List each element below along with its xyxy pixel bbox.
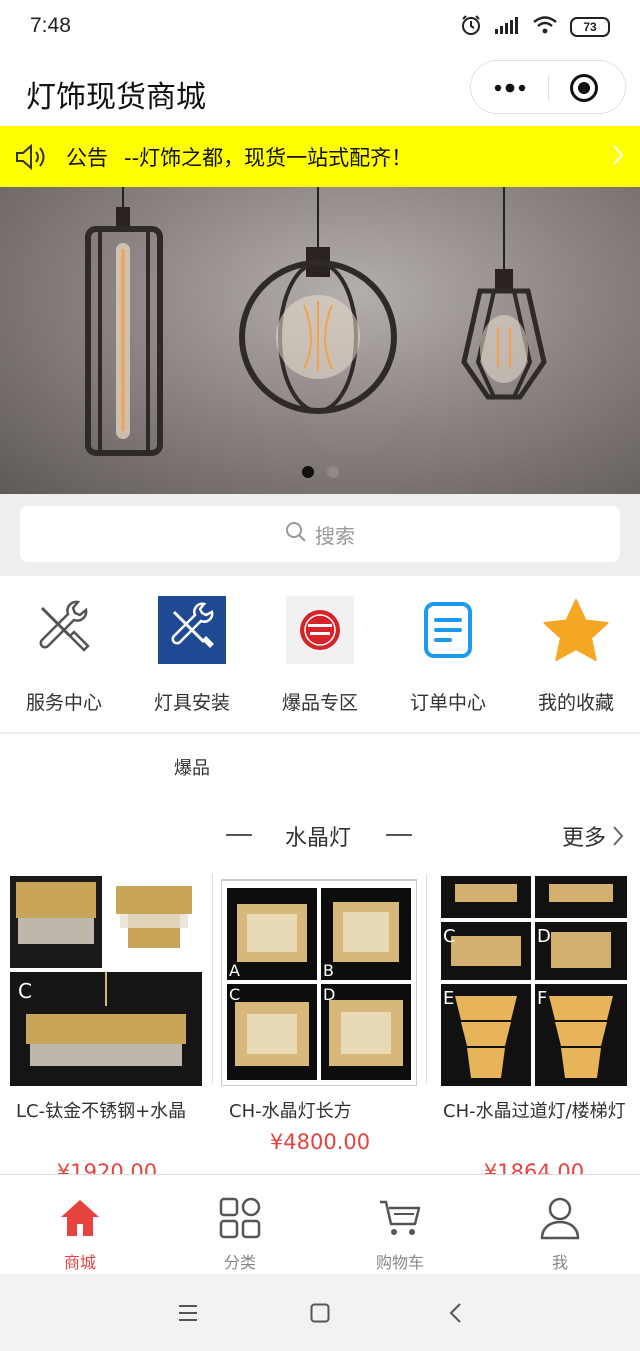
quick-nav-favorites[interactable]: 我的收藏 <box>512 576 640 732</box>
signal-icon <box>494 15 520 39</box>
notice-label: 公告 <box>66 145 108 170</box>
battery-icon: 73 <box>570 17 610 37</box>
tab-category[interactable]: 分类 <box>160 1175 320 1274</box>
tab-hot-products[interactable]: 爆品 <box>174 754 210 780</box>
order-document-icon <box>414 596 482 664</box>
status-icons: 73 <box>460 14 610 40</box>
system-nav-bar <box>0 1274 640 1351</box>
search-placeholder: 搜索 <box>315 523 355 548</box>
status-time: 7:48 <box>30 14 71 37</box>
install-tools-icon <box>158 596 226 664</box>
section-title: 水晶灯 <box>285 826 352 851</box>
capsule-divider <box>548 75 549 101</box>
svg-text:C: C <box>229 985 240 1004</box>
carousel-dot[interactable] <box>301 466 314 478</box>
more-dots-icon[interactable] <box>493 72 527 104</box>
product-image: C D E F <box>435 876 631 1086</box>
tab-label: 分类 <box>223 1253 256 1272</box>
category-grid-icon <box>217 1195 263 1241</box>
svg-text:F: F <box>537 988 547 1009</box>
tab-mall[interactable]: 商城 <box>0 1175 160 1274</box>
page-title: 灯饰现货商城 <box>26 80 206 115</box>
quick-nav: 服务中心 灯具安装 爆品专区 订单中心 我的收藏 <box>0 576 640 734</box>
quick-nav-order-center[interactable]: 订单中心 <box>384 576 512 732</box>
tab-label: 商城 <box>63 1253 96 1272</box>
pendant-lamps-image <box>85 187 547 456</box>
alarm-icon <box>460 14 482 40</box>
quick-nav-label: 爆品专区 <box>281 692 358 714</box>
tab-label: 购物车 <box>375 1253 424 1272</box>
menu-icon[interactable] <box>173 1300 203 1326</box>
home-square-icon[interactable] <box>305 1300 335 1326</box>
hot-tab-row: 爆品 <box>0 736 640 802</box>
mini-program-capsule <box>470 60 626 114</box>
more-link[interactable]: 更多 <box>562 820 624 852</box>
tab-me[interactable]: 我 <box>480 1175 640 1274</box>
product-name: LC-钛金不锈钢+水晶 <box>16 1101 187 1122</box>
product-name: CH-水晶过道灯/楼梯灯 <box>443 1101 626 1122</box>
product-card[interactable]: A B C D CH-水晶灯长方 ¥4800.00 <box>213 874 427 1174</box>
hot-seal-icon <box>286 596 354 664</box>
svg-text:B: B <box>323 961 334 980</box>
quick-nav-label: 灯具安装 <box>153 692 230 714</box>
home-icon <box>57 1195 103 1241</box>
notice-bar[interactable]: 公告 --灯饰之都，现货一站式配齐！ <box>0 126 640 187</box>
svg-text:A: A <box>229 961 240 980</box>
product-card[interactable]: C LC-钛金不锈钢+水晶 ¥1920.00 <box>0 874 214 1174</box>
more-label: 更多 <box>561 826 606 851</box>
person-icon <box>537 1195 583 1241</box>
quick-nav-label: 我的收藏 <box>537 692 614 714</box>
quick-nav-label: 订单中心 <box>409 692 486 714</box>
section-header: 水晶灯 更多 <box>0 802 640 874</box>
back-icon[interactable] <box>440 1300 470 1326</box>
svg-text:D: D <box>323 985 335 1004</box>
product-card[interactable]: C D E F CH-水晶过道灯/楼梯灯 ¥1864.00 <box>427 874 640 1174</box>
divider-line <box>386 834 412 836</box>
carousel-dot[interactable] <box>326 466 339 478</box>
product-price: ¥4800.00 <box>269 1130 371 1154</box>
svg-text:C: C <box>18 979 32 1003</box>
quick-nav-service-center[interactable]: 服务中心 <box>0 576 128 732</box>
quick-nav-label: 服务中心 <box>25 692 102 714</box>
chevron-right-icon <box>613 826 624 846</box>
product-name: CH-水晶灯长方 <box>229 1101 352 1122</box>
quick-nav-lamp-install[interactable]: 灯具安装 <box>128 576 256 732</box>
product-list: C LC-钛金不锈钢+水晶 ¥1920.00 A B C D CH-水晶灯长方 ¥48… <box>0 874 640 1174</box>
svg-text:C: C <box>443 926 456 947</box>
product-price: ¥1864.00 <box>483 1160 585 1174</box>
tab-label: 我 <box>551 1253 568 1272</box>
divider-line <box>226 834 252 836</box>
bottom-tab-bar: 商城 分类 购物车 我 <box>0 1174 640 1274</box>
product-image: C <box>8 876 204 1086</box>
star-icon <box>542 596 610 664</box>
product-price: ¥1920.00 <box>56 1160 158 1174</box>
wifi-icon <box>532 15 558 39</box>
carousel-dots <box>0 466 640 478</box>
speaker-icon <box>14 143 58 171</box>
quick-nav-hot-zone[interactable]: 爆品专区 <box>256 576 384 732</box>
tab-cart[interactable]: 购物车 <box>320 1175 480 1274</box>
banner-carousel[interactable] <box>0 187 640 494</box>
status-bar: 7:48 73 <box>0 0 640 54</box>
cart-icon <box>377 1195 423 1241</box>
tools-icon <box>30 596 98 664</box>
svg-text:E: E <box>443 988 454 1009</box>
svg-text:D: D <box>537 926 551 947</box>
product-image: A B C D <box>221 876 417 1086</box>
search-area: 搜索 <box>0 494 640 576</box>
chevron-right-icon <box>612 144 624 170</box>
notice-text: --灯饰之都，现货一站式配齐！ <box>124 145 413 170</box>
title-bar: 灯饰现货商城 <box>0 54 640 126</box>
search-input[interactable]: 搜索 <box>20 506 620 562</box>
close-target-icon[interactable] <box>567 72 601 104</box>
search-icon <box>285 521 307 547</box>
